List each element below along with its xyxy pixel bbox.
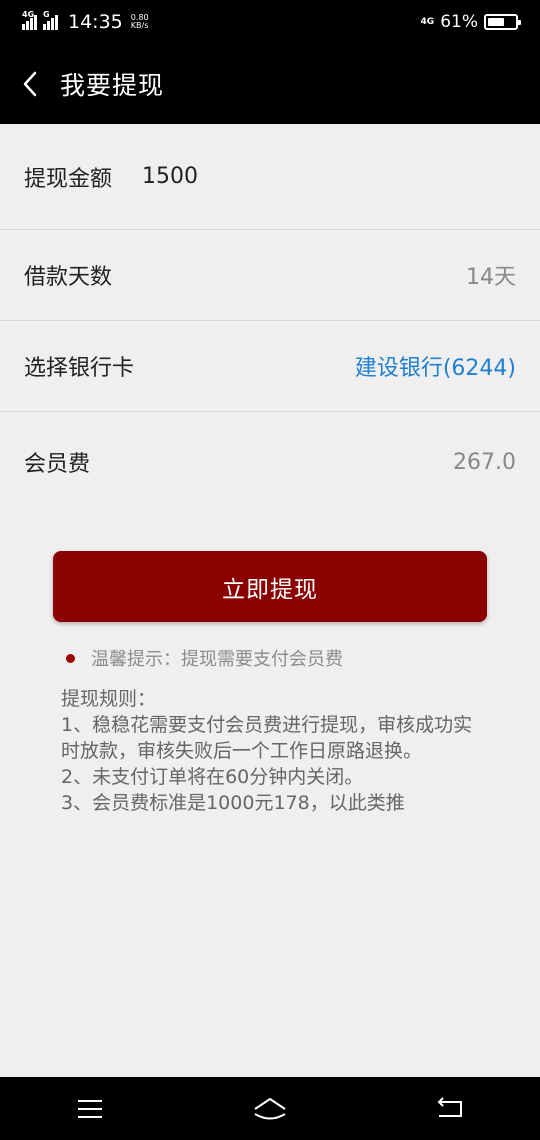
tip-text: 温馨提示：提现需要支付会员费 bbox=[91, 649, 343, 670]
page-title: 我要提现 bbox=[60, 71, 165, 100]
fee-value: 267.0 bbox=[453, 449, 516, 475]
withdraw-button[interactable]: 立即提现 bbox=[53, 551, 487, 622]
battery-percent: 61% bbox=[440, 12, 478, 32]
network-type-label-2: G bbox=[43, 10, 50, 19]
rule-item-3: 3、会员费标准是1000元178，以此类推 bbox=[61, 792, 405, 814]
battery-icon bbox=[484, 14, 521, 30]
network-type-label: 4G bbox=[22, 10, 35, 19]
rules-title: 提现规则： bbox=[61, 688, 157, 710]
home-icon bbox=[254, 1097, 286, 1119]
status-bar: 4G G 14:35 0.80 KB/s 4G 61% bbox=[0, 0, 540, 44]
warm-tip: 温馨提示：提现需要支付会员费 bbox=[66, 645, 343, 671]
network-type-right: 4G bbox=[420, 17, 435, 27]
chevron-left-icon bbox=[23, 71, 37, 97]
status-left: 4G G 14:35 0.80 KB/s bbox=[22, 10, 149, 33]
network-speed: 0.80 KB/s bbox=[131, 14, 149, 30]
back-button[interactable] bbox=[0, 44, 60, 124]
signal-icon-secondary: G bbox=[43, 10, 58, 30]
days-value: 14天 bbox=[466, 265, 516, 290]
amount-label: 提现金额 bbox=[24, 166, 113, 192]
rule-item-1: 1、稳稳花需要支付会员费进行提现，审核成功实时放款，审核失败后一个工作日原路退换… bbox=[61, 714, 473, 762]
bank-card-value[interactable]: 建设银行(6244) bbox=[355, 350, 516, 382]
menu-icon bbox=[78, 1099, 102, 1118]
system-back-button[interactable] bbox=[420, 1089, 480, 1129]
nav-bar: 我要提现 bbox=[0, 44, 540, 124]
system-nav-bar bbox=[0, 1077, 540, 1140]
menu-button[interactable] bbox=[60, 1089, 120, 1129]
amount-value: 1500 bbox=[142, 164, 199, 189]
days-label: 借款天数 bbox=[24, 265, 113, 290]
status-right: 4G 61% bbox=[420, 12, 521, 32]
back-arrow-icon bbox=[437, 1096, 462, 1117]
fee-label: 会员费 bbox=[24, 452, 91, 477]
bullet-dot-icon bbox=[66, 653, 75, 663]
amount-row[interactable]: 提现金额 1500 bbox=[0, 124, 540, 230]
clock: 14:35 bbox=[68, 11, 123, 33]
days-row[interactable]: 借款天数 14天 bbox=[0, 230, 540, 321]
home-button[interactable] bbox=[240, 1089, 300, 1129]
signal-icon: 4G bbox=[22, 10, 37, 30]
withdraw-rules: 提现规则： 1、稳稳花需要支付会员费进行提现，审核成功实时放款，审核失败后一个工… bbox=[61, 686, 481, 816]
withdraw-form: 提现金额 1500 借款天数 14天 选择银行卡 建设银行(6244) 会员费 … bbox=[0, 124, 540, 512]
fee-row: 会员费 267.0 bbox=[0, 412, 540, 512]
battery-fill bbox=[488, 18, 504, 26]
speed-unit: KB/s bbox=[130, 21, 149, 30]
bank-card-row[interactable]: 选择银行卡 建设银行(6244) bbox=[0, 321, 540, 412]
bank-card-label: 选择银行卡 bbox=[24, 356, 135, 381]
rule-item-2: 2、未支付订单将在60分钟内关闭。 bbox=[61, 766, 364, 788]
